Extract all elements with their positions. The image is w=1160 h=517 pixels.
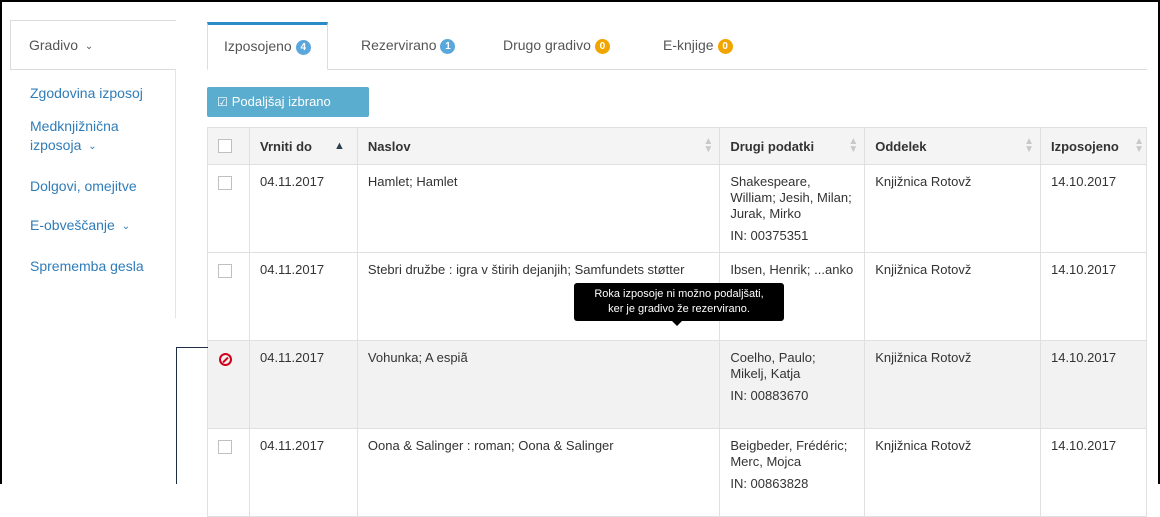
count-badge: 1 xyxy=(440,39,456,54)
row-checkbox[interactable] xyxy=(218,440,232,454)
borrowed-date-cell: 14.10.2017 xyxy=(1039,252,1148,341)
tab-label: Rezervirano xyxy=(361,37,437,53)
inventory-number: IN: 00883670 xyxy=(730,388,809,403)
row-checkbox[interactable] xyxy=(218,264,232,278)
author-text: Coelho, Paulo; Mikelj, Katja xyxy=(730,350,816,381)
tab-bar: Izposojeno 4 Rezervirano 1 Drugo gradivo 0 … xyxy=(207,22,1147,70)
sidebar-item-label: Dolgovi, omejitve xyxy=(30,178,137,194)
due-date-cell: 04.11.2017 xyxy=(248,252,358,341)
sidebar-item-sprememba-gesla[interactable]: Sprememba gesla xyxy=(10,243,175,282)
sidebar-item-e-obvescanje[interactable]: E-obveščanje ⌄ xyxy=(10,202,175,243)
count-badge: 0 xyxy=(717,39,733,54)
sidebar-header-label: Gradivo xyxy=(29,37,79,53)
chevron-down-icon: ⌄ xyxy=(121,221,131,232)
chevron-down-icon: ⌄ xyxy=(88,141,97,152)
due-date-cell: 04.11.2017 xyxy=(248,164,358,253)
column-label: Oddelek xyxy=(875,138,927,154)
extend-button-label: Podaljšaj izbrano xyxy=(231,94,331,109)
tab-label: E-knjige xyxy=(663,37,714,53)
tab-label: Izposojeno xyxy=(224,38,292,54)
author-text: Shakespeare, William; Jesih, Milan; Jura… xyxy=(730,174,852,221)
callout-line xyxy=(176,347,208,348)
inventory-number: IN: 00375351 xyxy=(730,228,809,243)
sort-icon: ▲ ▼ xyxy=(703,136,714,155)
sidebar-item-zgodovina-izposoj[interactable]: Zgodovina izposoj xyxy=(10,78,175,109)
tab-izposojeno[interactable]: Izposojeno 4 xyxy=(207,22,328,70)
sort-icon: ▲ ▼ xyxy=(1134,136,1144,155)
department-cell: Knjižnica Rotovž xyxy=(864,164,1041,253)
sort-icon: ▲ ▼ xyxy=(1024,136,1034,155)
tab-e-knjige[interactable]: E-knjige 0 xyxy=(647,22,749,70)
sidebar-item-label: Medknjižnična izposoja xyxy=(30,118,119,153)
column-header-oddelek[interactable]: Oddelek ▲ ▼ xyxy=(864,127,1041,165)
column-label: Naslov xyxy=(367,138,411,154)
sort-icon: ▲ ▼ xyxy=(848,136,859,155)
count-badge: 4 xyxy=(295,40,311,55)
info-cell: Coelho, Paulo; Mikelj, Katja IN: 00883670 xyxy=(719,340,866,429)
title-cell: Vohunka; A espiã xyxy=(356,340,721,429)
sidebar-item-dolgovi-omejitve[interactable]: Dolgovi, omejitve xyxy=(10,163,175,202)
due-date-cell: 04.11.2017 xyxy=(248,428,358,517)
extend-blocked-tooltip: Roka izposoje ni možno podaljšati, ker j… xyxy=(574,283,784,326)
sidebar-item-label: Zgodovina izposoj xyxy=(30,85,143,101)
title-cell: Hamlet; Hamlet xyxy=(356,164,721,253)
sidebar: Gradivo ⌄ Zgodovina izposoj Medknjižničn… xyxy=(10,20,176,318)
column-header-naslov[interactable]: Naslov ▲ ▼ xyxy=(356,127,721,165)
tooltip-line: ker je gradivo že rezervirano. xyxy=(608,303,750,315)
borrowed-date-cell: 14.10.2017 xyxy=(1039,428,1148,517)
extend-selected-button[interactable]: ☑ Podaljšaj izbrano xyxy=(207,87,369,117)
info-cell: Shakespeare, William; Jesih, Milan; Jura… xyxy=(719,164,866,253)
blocked-icon[interactable] xyxy=(219,353,232,366)
count-badge: 0 xyxy=(594,39,610,54)
table-header-row: Vrniti do ▲ Naslov ▲ ▼ Drugi podatki ▲ ▼ Odde… xyxy=(207,127,1148,165)
select-all-cell xyxy=(207,127,250,165)
department-cell: Knjižnica Rotovž xyxy=(864,428,1041,517)
column-label: Vrniti do xyxy=(259,138,312,154)
column-header-vrniti-do[interactable]: Vrniti do ▲ xyxy=(248,127,358,165)
tab-rezervirano[interactable]: Rezervirano 1 xyxy=(345,22,471,70)
sidebar-header-gradivo[interactable]: Gradivo ⌄ xyxy=(10,20,176,70)
inventory-number: IN: 00863828 xyxy=(730,476,809,491)
due-date-cell: 04.11.2017 xyxy=(248,340,358,429)
table-row: 04.11.2017 Oona & Salinger : roman; Oona… xyxy=(207,428,1148,517)
table-row: 04.11.2017 Vohunka; A espiã Coelho, Paul… xyxy=(207,340,1148,429)
department-cell: Knjižnica Rotovž xyxy=(864,252,1041,341)
column-label: Drugi podatki xyxy=(730,138,815,154)
column-label: Izposojeno xyxy=(1050,138,1119,154)
table-row: 04.11.2017 Hamlet; Hamlet Shakespeare, W… xyxy=(207,164,1148,253)
column-header-drugi-podatki[interactable]: Drugi podatki ▲ ▼ xyxy=(719,127,866,165)
author-text: Beigbeder, Frédéric; Merc, Mojca xyxy=(730,438,848,469)
info-cell: Beigbeder, Frédéric; Merc, Mojca IN: 0086… xyxy=(719,428,866,517)
borrowed-date-cell: 14.10.2017 xyxy=(1039,164,1148,253)
callout-line xyxy=(176,347,177,484)
tab-drugo-gradivo[interactable]: Drugo gradivo 0 xyxy=(487,22,626,70)
borrowed-date-cell: 14.10.2017 xyxy=(1039,340,1148,429)
column-header-izposojeno[interactable]: Izposojeno ▲ ▼ xyxy=(1039,127,1148,165)
sidebar-list: Zgodovina izposoj Medknjižnična izposoja… xyxy=(10,70,176,318)
title-cell: Oona & Salinger : roman; Oona & Salinger xyxy=(356,428,721,517)
check-square-icon: ☑ xyxy=(217,95,228,109)
row-checkbox[interactable] xyxy=(218,176,232,190)
sidebar-item-label: Sprememba gesla xyxy=(30,258,144,274)
tooltip-line: Roka izposoje ni možno podaljšati, xyxy=(594,288,764,300)
tab-label: Drugo gradivo xyxy=(503,37,591,53)
chevron-down-icon: ⌄ xyxy=(84,41,94,52)
department-cell: Knjižnica Rotovž xyxy=(864,340,1041,429)
author-text: Ibsen, Henrik; ...anko xyxy=(730,262,854,277)
sidebar-item-label: E-obveščanje xyxy=(30,217,115,233)
select-all-checkbox[interactable] xyxy=(218,138,232,153)
sort-asc-icon: ▲ xyxy=(334,140,345,152)
sidebar-item-medknjiznicna-izposoja[interactable]: Medknjižnična izposoja ⌄ xyxy=(10,109,140,163)
